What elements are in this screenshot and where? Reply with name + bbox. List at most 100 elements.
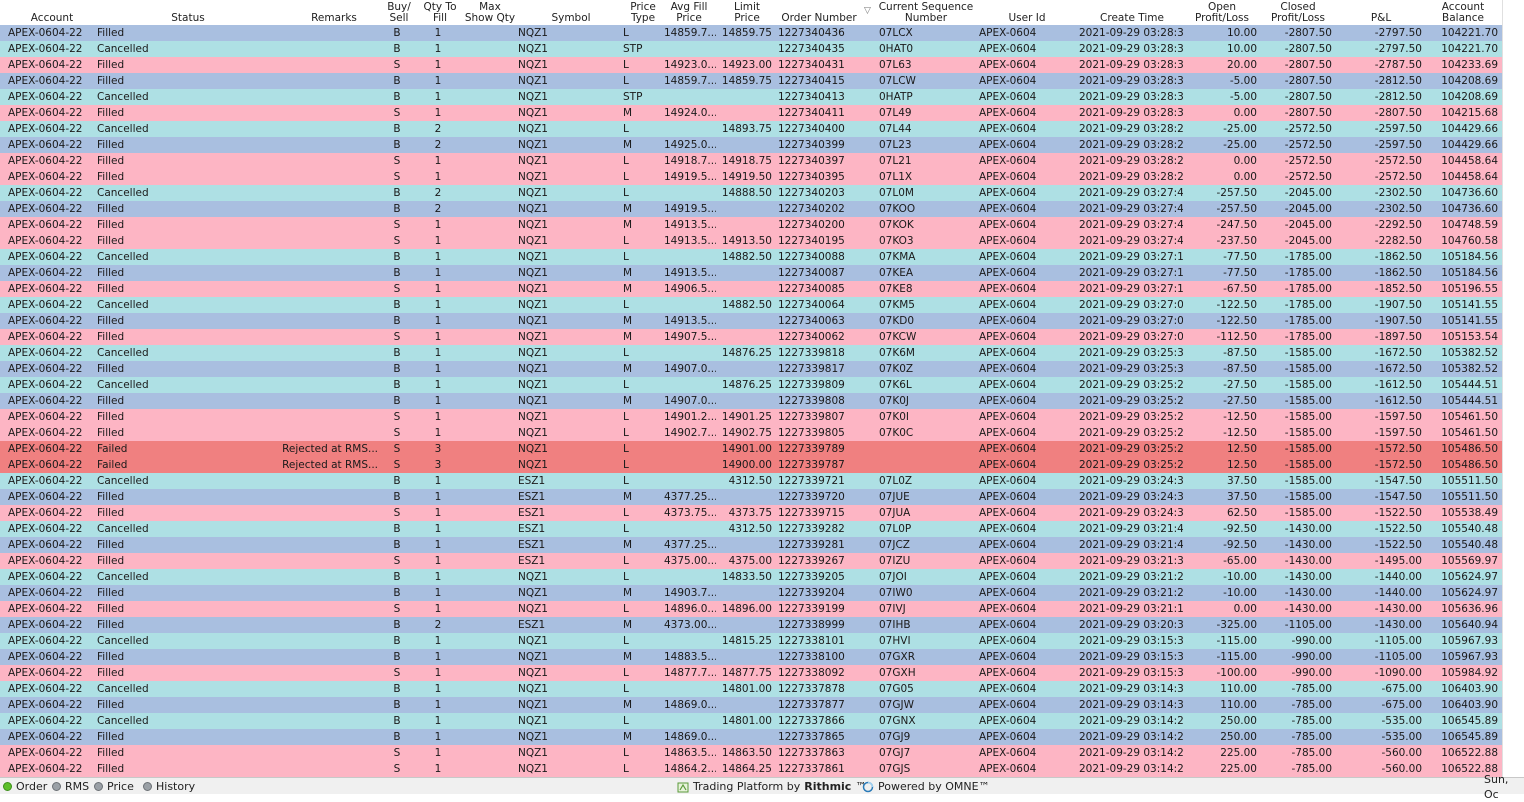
sort-descending-icon[interactable]: ▽ xyxy=(864,6,871,16)
column-header-avgfill[interactable]: Avg Fill Price xyxy=(664,0,714,25)
cell-closed: -1585.00 xyxy=(1284,363,1332,375)
cell-maxshow xyxy=(462,361,514,377)
cell-side: S xyxy=(393,507,401,519)
column-header-seq[interactable]: Current Sequence Number xyxy=(870,0,982,25)
cell-symbol: NQZ1 xyxy=(518,251,548,263)
cell-pnl: -2812.50 xyxy=(1374,75,1422,87)
table-row[interactable]: APEX-0604-22 Filled S 1 NQZ1 L 14901.2... 14901… xyxy=(0,409,1502,425)
cell-maxshow xyxy=(462,489,514,505)
cell-maxshow xyxy=(462,297,514,313)
table-row[interactable]: APEX-0604-22 Filled S 1 NQZ1 L 14896.0... 14896… xyxy=(0,601,1502,617)
table-row[interactable]: APEX-0604-22 Cancelled B 1 NQZ1 L 14833.50 1227… xyxy=(0,569,1502,585)
status-rms[interactable]: RMS xyxy=(52,779,89,794)
table-row[interactable]: APEX-0604-22 Cancelled B 1 NQZ1 STP 1227340413… xyxy=(0,89,1502,105)
table-row[interactable]: APEX-0604-22 Filled B 1 NQZ1 L 14859.7... 14859… xyxy=(0,25,1502,41)
cell-balance: 106545.89 xyxy=(1441,731,1498,743)
table-row[interactable]: APEX-0604-22 Cancelled B 1 NQZ1 L 14882.50 1227… xyxy=(0,249,1502,265)
table-row[interactable]: APEX-0604-22 Filled S 1 NQZ1 L 14902.7... 14902… xyxy=(0,425,1502,441)
cell-ctime: 2021-09-29 03:28:34 xyxy=(1079,59,1183,71)
cell-open: 12.50 xyxy=(1226,459,1257,471)
cell-closed: -2807.50 xyxy=(1284,75,1332,87)
cell-order: 1227337861 xyxy=(778,763,845,775)
table-row[interactable]: APEX-0604-22 Filled S 1 NQZ1 L 14918.7... 14918… xyxy=(0,153,1502,169)
table-row[interactable]: APEX-0604-22 Cancelled B 1 NQZ1 L 14801.00 1227… xyxy=(0,713,1502,729)
cell-remarks xyxy=(188,25,378,41)
column-header-pnl[interactable]: P&L xyxy=(1342,0,1420,25)
table-row[interactable]: APEX-0604-22 Cancelled B 1 ESZ1 L 4312.50 12273… xyxy=(0,473,1502,489)
cell-balance: 105624.97 xyxy=(1441,587,1498,599)
cell-limit: 14876.25 xyxy=(721,379,772,391)
status-history[interactable]: History xyxy=(143,779,195,794)
column-header-ptype[interactable]: Price Type xyxy=(622,0,664,25)
table-row[interactable]: APEX-0604-22 Filled S 1 NQZ1 L 14913.5... 14913… xyxy=(0,233,1502,249)
cell-ptype: L xyxy=(623,251,629,263)
table-row[interactable]: APEX-0604-22 Filled B 1 ESZ1 M 4377.25... 12273… xyxy=(0,537,1502,553)
column-header-status[interactable]: Status xyxy=(104,0,272,25)
status-order[interactable]: Order xyxy=(3,779,47,794)
cell-seq: 07KEA xyxy=(879,267,914,279)
table-row[interactable]: APEX-0604-22 Cancelled B 2 NQZ1 L 14888.50 1227… xyxy=(0,185,1502,201)
column-header-closed[interactable]: Closed Profit/Loss xyxy=(1254,0,1342,25)
table-row[interactable]: APEX-0604-22 Filled B 1 NQZ1 M 14883.5... 12273… xyxy=(0,649,1502,665)
cell-ctime: 2021-09-29 03:20:37 xyxy=(1079,619,1183,631)
column-header-maxshow[interactable]: Max Show Qty xyxy=(462,0,518,25)
table-row[interactable]: APEX-0604-22 Filled S 1 ESZ1 L 4373.75... 4373.… xyxy=(0,505,1502,521)
table-row[interactable]: APEX-0604-22 Filled B 1 NQZ1 M 14903.7... 12273… xyxy=(0,585,1502,601)
cell-qty: 1 xyxy=(434,395,442,407)
table-row[interactable]: APEX-0604-22 Filled B 2 ESZ1 M 4373.00... 12273… xyxy=(0,617,1502,633)
column-header-ctime[interactable]: Create Time xyxy=(1072,0,1192,25)
table-row[interactable]: APEX-0604-22 Failed Rejected at RMS... S 3 NQ… xyxy=(0,441,1502,457)
column-header-qty[interactable]: Qty To Fill xyxy=(416,0,464,25)
table-row[interactable]: APEX-0604-22 Filled B 1 NQZ1 M 14913.5... 12273… xyxy=(0,313,1502,329)
table-row[interactable]: APEX-0604-22 Filled S 1 NQZ1 M 14907.5... 12273… xyxy=(0,329,1502,345)
table-row[interactable]: APEX-0604-22 Filled S 1 NQZ1 L 14923.0... 14923… xyxy=(0,57,1502,73)
table-row[interactable]: APEX-0604-22 Cancelled B 1 ESZ1 L 4312.50 12273… xyxy=(0,521,1502,537)
column-header-account[interactable]: Account xyxy=(0,0,104,25)
table-row[interactable]: APEX-0604-22 Filled S 1 NQZ1 L 14864.2... 14864… xyxy=(0,761,1502,777)
column-header-symbol[interactable]: Symbol xyxy=(520,0,622,25)
column-header-side[interactable]: Buy/ Sell xyxy=(382,0,416,25)
table-row[interactable]: APEX-0604-22 Filled B 1 NQZ1 M 14913.5... 12273… xyxy=(0,265,1502,281)
column-header-remarks[interactable]: Remarks xyxy=(272,0,396,25)
table-row[interactable]: APEX-0604-22 Filled B 2 NQZ1 M 14925.0... 12273… xyxy=(0,137,1502,153)
table-row[interactable]: APEX-0604-22 Filled S 1 NQZ1 M 14913.5... 12273… xyxy=(0,217,1502,233)
column-header-open[interactable]: Open Profit/Loss xyxy=(1190,0,1254,25)
table-row[interactable]: APEX-0604-22 Filled S 1 NQZ1 L 14863.5... 14863… xyxy=(0,745,1502,761)
cell-avgfill xyxy=(664,473,716,489)
table-row[interactable]: APEX-0604-22 Filled B 1 NQZ1 M 14907.0... 12273… xyxy=(0,393,1502,409)
table-row[interactable]: APEX-0604-22 Cancelled B 2 NQZ1 L 14893.75 1227… xyxy=(0,121,1502,137)
table-row[interactable]: APEX-0604-22 Filled S 1 NQZ1 L 14919.5... 14919… xyxy=(0,169,1502,185)
table-row[interactable]: APEX-0604-22 Filled B 1 NQZ1 M 14869.0... 12273… xyxy=(0,729,1502,745)
table-row[interactable]: APEX-0604-22 Filled S 1 ESZ1 L 4375.00... 4375.… xyxy=(0,553,1502,569)
table-row[interactable]: APEX-0604-22 Filled S 1 NQZ1 L 14877.7... 14877… xyxy=(0,665,1502,681)
table-row[interactable]: APEX-0604-22 Filled S 1 NQZ1 M 14924.0... 12273… xyxy=(0,105,1502,121)
table-row[interactable]: APEX-0604-22 Cancelled B 1 NQZ1 L 14876.25 1227… xyxy=(0,345,1502,361)
table-row[interactable]: APEX-0604-22 Filled S 1 NQZ1 M 14906.5... 12273… xyxy=(0,281,1502,297)
cell-status: Filled xyxy=(97,75,125,87)
cell-avgfill: 14859.7... xyxy=(664,75,716,87)
table-row[interactable]: APEX-0604-22 Cancelled B 1 NQZ1 L 14882.50 1227… xyxy=(0,297,1502,313)
table-row[interactable]: APEX-0604-22 Failed Rejected at RMS... S 3 NQ… xyxy=(0,457,1502,473)
cell-account: APEX-0604-22 xyxy=(8,715,83,727)
cell-seq: 07K0Z xyxy=(879,363,914,375)
column-header-limit[interactable]: Limit Price xyxy=(716,0,778,25)
column-header-balance[interactable]: Account Balance xyxy=(1426,0,1500,25)
cell-side: S xyxy=(393,171,401,183)
table-row[interactable]: APEX-0604-22 Cancelled B 1 NQZ1 L 14815.25 1227… xyxy=(0,633,1502,649)
cell-user: APEX-0604 xyxy=(979,635,1037,647)
cell-closed: -1430.00 xyxy=(1284,571,1332,583)
table-row[interactable]: APEX-0604-22 Filled B 1 NQZ1 M 14869.0... 12273… xyxy=(0,697,1502,713)
status-price[interactable]: Price xyxy=(94,779,134,794)
table-row[interactable]: APEX-0604-22 Filled B 1 ESZ1 M 4377.25... 12273… xyxy=(0,489,1502,505)
table-row[interactable]: APEX-0604-22 Filled B 2 NQZ1 M 14919.5... 12273… xyxy=(0,201,1502,217)
column-header-user[interactable]: User Id xyxy=(982,0,1072,25)
table-row[interactable]: APEX-0604-22 Cancelled B 1 NQZ1 L 14876.25 1227… xyxy=(0,377,1502,393)
table-row[interactable]: APEX-0604-22 Filled B 1 NQZ1 L 14859.7... 14859… xyxy=(0,73,1502,89)
cell-maxshow xyxy=(462,89,514,105)
cell-balance: 105196.55 xyxy=(1441,283,1498,295)
column-header-order[interactable]: Order Number xyxy=(778,0,860,25)
table-row[interactable]: APEX-0604-22 Cancelled B 1 NQZ1 L 14801.00 1227… xyxy=(0,681,1502,697)
table-row[interactable]: APEX-0604-22 Cancelled B 1 NQZ1 STP 1227340435… xyxy=(0,41,1502,57)
cell-user: APEX-0604 xyxy=(979,27,1037,39)
table-row[interactable]: APEX-0604-22 Filled B 1 NQZ1 M 14907.0... 12273… xyxy=(0,361,1502,377)
